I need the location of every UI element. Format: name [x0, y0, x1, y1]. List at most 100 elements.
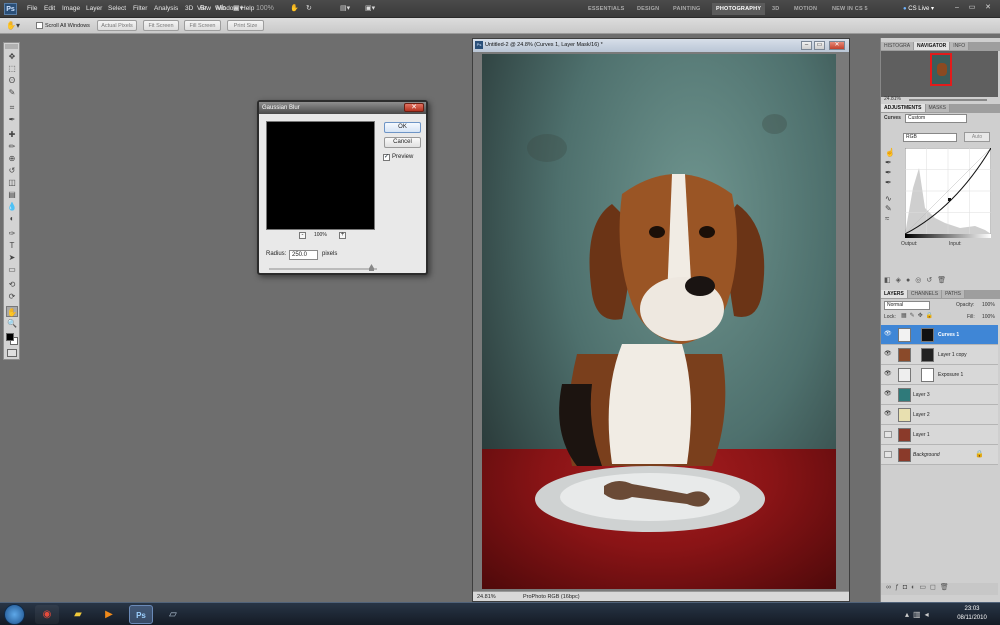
screen-mode-icon[interactable]: ▣▾	[365, 3, 375, 15]
return-icon[interactable]: ◧	[884, 277, 896, 284]
quick-mask-button[interactable]	[7, 349, 17, 357]
document-profile[interactable]: ProPhoto RGB (16bpc)	[523, 592, 580, 602]
layer-mask-thumbnail[interactable]	[921, 348, 934, 362]
crop-icon[interactable]: ⌗	[6, 102, 18, 113]
workspace-motion[interactable]: MOTION	[794, 3, 817, 15]
layer-mask-thumbnail[interactable]	[921, 328, 934, 342]
menu-filter[interactable]: Filter	[133, 3, 147, 15]
radius-slider-track[interactable]	[269, 268, 377, 270]
volume-icon[interactable]: ◂	[925, 610, 933, 619]
fx-icon[interactable]: ƒ	[895, 584, 903, 591]
navigator-preview[interactable]	[881, 51, 998, 97]
radius-slider-thumb[interactable]	[369, 264, 374, 271]
layer-visibility-icon[interactable]: 👁	[884, 391, 892, 398]
workspace-3d[interactable]: 3D	[772, 3, 779, 15]
menu-image[interactable]: Image	[62, 3, 80, 15]
maximize-button[interactable]: ▭	[966, 2, 978, 14]
3d-rotate-icon[interactable]: ⟲	[6, 279, 18, 290]
new-layer-icon[interactable]: ◻	[930, 584, 940, 591]
tab-info[interactable]: INFO	[950, 42, 970, 50]
delete-adjustment-icon[interactable]: 🗑	[937, 277, 951, 284]
blur-icon[interactable]: 💧	[6, 201, 18, 212]
reset-icon[interactable]: ↺	[926, 277, 937, 284]
brush-icon[interactable]: ✏	[6, 141, 18, 152]
layer-row[interactable]: 👁 Exposure 1	[881, 365, 998, 385]
document-close-button[interactable]: ✕	[829, 41, 845, 50]
tab-channels[interactable]: CHANNELS	[907, 290, 943, 298]
layer-row[interactable]: Layer 1	[881, 425, 998, 445]
menu-select[interactable]: Select	[108, 3, 126, 15]
tray-arrow-icon[interactable]: ▴	[905, 610, 913, 619]
menu-3d[interactable]: 3D	[185, 3, 193, 15]
gray-point-eyedropper-icon[interactable]: ✒	[885, 168, 895, 178]
curves-graph[interactable]	[905, 148, 991, 234]
close-app-button[interactable]: ✕	[982, 2, 994, 14]
path-select-icon[interactable]: ➤	[6, 252, 18, 263]
layer-visibility-icon[interactable]: 👁	[884, 371, 892, 378]
foreground-color-swatch[interactable]	[6, 333, 14, 341]
rectangle-icon[interactable]: ▭	[6, 264, 18, 275]
auto-button[interactable]: Auto	[964, 132, 990, 142]
new-group-icon[interactable]: ▭	[919, 584, 930, 591]
radius-input[interactable]: 250.0	[289, 250, 318, 260]
guides-icon[interactable]: ▦▾	[233, 3, 243, 15]
document-minimize-button[interactable]: –	[801, 41, 812, 50]
arrange-documents-icon[interactable]: ▤▾	[340, 3, 350, 15]
cs-live-menu[interactable]: ● CS Live ▾	[903, 3, 934, 15]
cancel-button[interactable]: Cancel	[384, 137, 421, 148]
channel-dropdown[interactable]: RGB	[903, 133, 957, 142]
white-point-eyedropper-icon[interactable]: ✒	[885, 178, 895, 188]
navigator-view-box[interactable]	[930, 53, 952, 86]
layer-row[interactable]: 👁 Layer 1 copy	[881, 345, 998, 365]
history-brush-icon[interactable]: ↺	[6, 165, 18, 176]
layer-row[interactable]: 👁 Layer 3	[881, 385, 998, 405]
view-previous-icon[interactable]: ◎	[915, 277, 926, 284]
menu-analysis[interactable]: Analysis	[154, 3, 178, 15]
layer-visibility-icon[interactable]: 👁	[884, 331, 892, 338]
lock-transparency-icon[interactable]: ▦	[901, 313, 910, 319]
zoom-level-field[interactable]: 100%	[256, 3, 274, 15]
pencil-curve-icon[interactable]: ✎	[885, 204, 895, 214]
clip-icon[interactable]: ◈	[896, 277, 906, 284]
gradient-icon[interactable]: ▤	[6, 189, 18, 200]
hand-tool-preset-icon[interactable]: ✋▾	[6, 21, 20, 31]
media-player-icon[interactable]: ▶	[97, 605, 121, 624]
hand-icon[interactable]: ✋	[6, 306, 18, 317]
target-adjust-icon[interactable]: ☝	[885, 148, 895, 158]
eyedropper-icon[interactable]: ✒	[6, 114, 18, 125]
hand-tool-icon[interactable]: ✋	[290, 3, 299, 15]
pen-icon[interactable]: ✑	[6, 228, 18, 239]
layer-visibility-icon[interactable]	[884, 431, 892, 438]
visibility-icon[interactable]: ●	[906, 277, 915, 284]
clock-time[interactable]: 23:03	[954, 606, 990, 612]
workspace-essentials[interactable]: ESSENTIALS	[588, 3, 625, 15]
minimize-button[interactable]: –	[951, 2, 963, 14]
clone-stamp-icon[interactable]: ⊕	[6, 153, 18, 164]
workspace-painting[interactable]: PAINTING	[673, 3, 700, 15]
document-title-bar[interactable]: Ps Untitled-2 @ 24.8% (Curves 1, Layer M…	[473, 39, 849, 52]
layer-visibility-icon[interactable]: 👁	[884, 411, 892, 418]
dodge-icon[interactable]: ◐	[6, 213, 18, 224]
canvas-area[interactable]	[473, 52, 849, 591]
app-taskbar-icon[interactable]: ▱	[161, 605, 185, 624]
type-icon[interactable]: T	[6, 240, 18, 251]
workspace-design[interactable]: DESIGN	[637, 3, 659, 15]
scroll-all-windows-checkbox[interactable]	[36, 22, 43, 29]
rotate-view-icon[interactable]: ↻	[306, 3, 312, 15]
black-point-eyedropper-icon[interactable]: ✒	[885, 158, 895, 168]
menu-edit[interactable]: Edit	[44, 3, 55, 15]
layer-row[interactable]: Background 🔒	[881, 445, 998, 465]
menu-file[interactable]: File	[27, 3, 37, 15]
blur-preview[interactable]	[266, 121, 375, 230]
curve-point-icon[interactable]: ∿	[885, 194, 895, 204]
layer-row[interactable]: 👁 Curves 1	[881, 325, 998, 345]
fill-screen-button[interactable]: Fill Screen	[184, 20, 221, 31]
chrome-icon[interactable]: ◉	[35, 605, 59, 624]
preset-dropdown[interactable]: Custom	[905, 114, 967, 123]
opacity-value[interactable]: 100%	[982, 302, 995, 308]
tab-masks[interactable]: MASKS	[925, 104, 951, 112]
lock-pixels-icon[interactable]: ✎	[910, 313, 918, 319]
dialog-close-button[interactable]: ✕	[404, 103, 424, 112]
navigator-zoom-slider[interactable]	[909, 99, 987, 101]
marquee-icon[interactable]: ⬚	[6, 63, 18, 74]
